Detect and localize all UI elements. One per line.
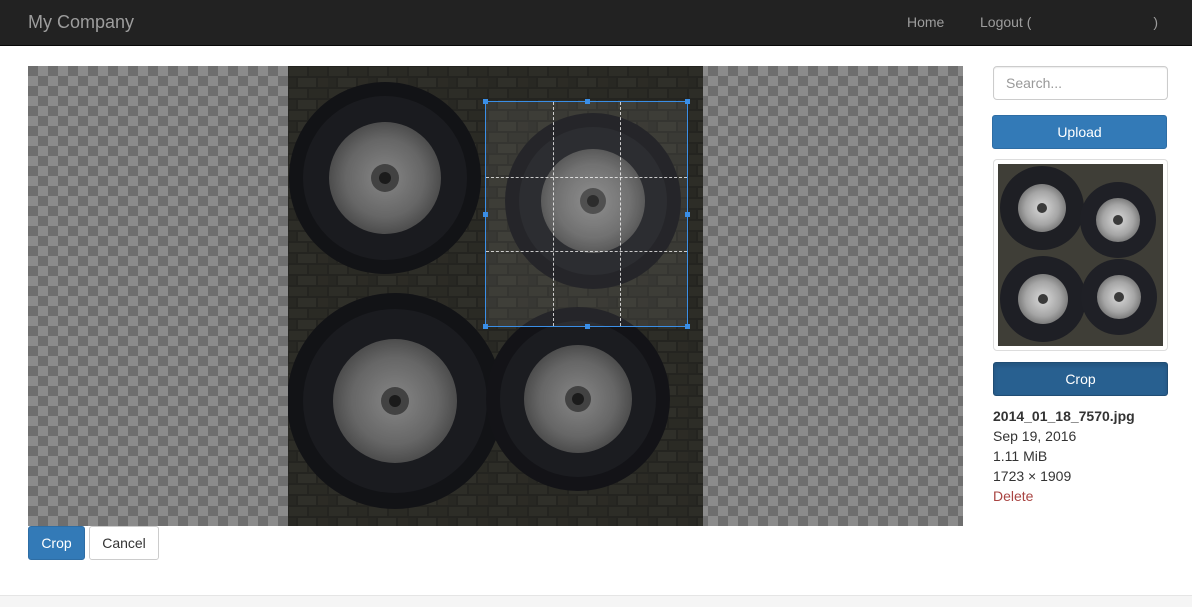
file-date: Sep 19, 2016 — [993, 428, 1077, 444]
redacted-username — [1031, 13, 1154, 31]
search-input[interactable] — [993, 66, 1168, 100]
resize-handle-top-right[interactable] — [685, 99, 690, 104]
crop-canvas[interactable] — [28, 66, 963, 526]
grid-line — [486, 251, 687, 253]
tire-bottom-left — [288, 293, 503, 509]
tire-top-left — [289, 82, 481, 274]
resize-handle-top[interactable] — [585, 99, 590, 104]
resize-handle-right[interactable] — [685, 212, 690, 217]
resize-handle-bottom-right[interactable] — [685, 324, 690, 329]
resize-handle-bottom-left[interactable] — [483, 324, 488, 329]
resize-handle-left[interactable] — [483, 212, 488, 217]
top-navbar: My Company Home Logout () — [0, 0, 1192, 46]
logout-close-paren: ) — [1153, 14, 1159, 30]
cancel-button[interactable]: Cancel — [89, 526, 159, 560]
grid-line — [486, 176, 687, 178]
resize-handle-bottom[interactable] — [585, 324, 590, 329]
thumbnail-image — [998, 164, 1163, 346]
crop-button[interactable]: Crop — [28, 526, 85, 560]
brand-link[interactable]: My Company — [28, 11, 134, 33]
tire-bottom-right — [486, 307, 670, 491]
file-name: 2014_01_18_7570.jpg — [993, 408, 1135, 424]
grid-line — [619, 102, 621, 326]
page-footer — [0, 595, 1192, 607]
nav-logout-link[interactable]: Logout () — [980, 13, 1158, 31]
image-thumbnail[interactable] — [993, 159, 1168, 351]
file-size: 1.11 MiB — [993, 448, 1048, 464]
sidebar-crop-button[interactable]: Crop — [993, 362, 1168, 396]
delete-link[interactable]: Delete — [993, 486, 1033, 506]
nav-home-link[interactable]: Home — [907, 13, 944, 31]
file-dimensions: 1723 × 1909 — [993, 468, 1072, 484]
logout-label: Logout ( — [980, 14, 1032, 30]
resize-handle-top-left[interactable] — [483, 99, 488, 104]
crop-selection-box[interactable] — [483, 99, 690, 329]
grid-line — [552, 102, 554, 326]
upload-button[interactable]: Upload — [992, 115, 1167, 149]
